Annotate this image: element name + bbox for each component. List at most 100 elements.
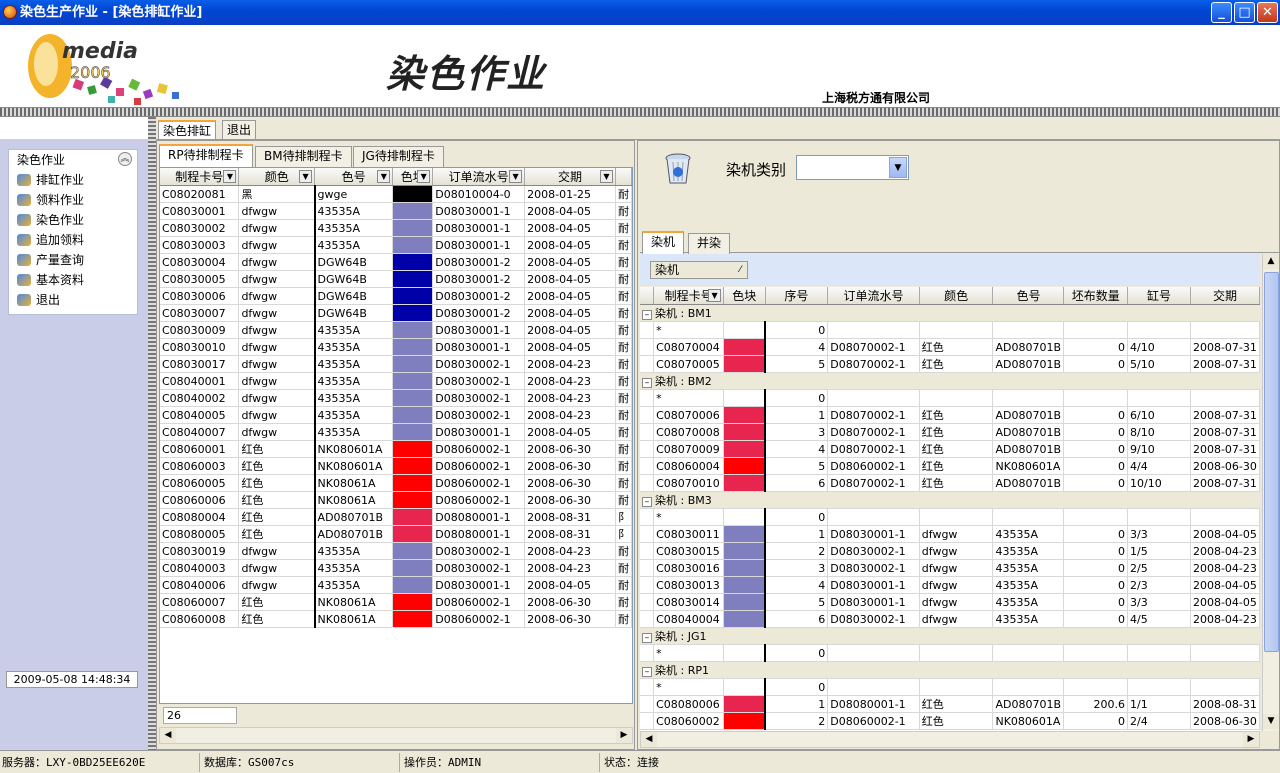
scroll-left-icon[interactable]: ◀: [641, 732, 657, 747]
collapse-chevron-icon[interactable]: ︽: [118, 152, 132, 166]
table-row[interactable]: C08070010 6 D08070002-1 红色 AD080701B 0 10/10 20…: [640, 474, 1260, 492]
column-header[interactable]: 缸号: [1127, 287, 1191, 305]
table-row[interactable]: C08070004 4 D08070002-1 红色 AD080701B 0 4/10 200…: [640, 338, 1260, 356]
dye-type-select[interactable]: ▼: [796, 155, 909, 180]
column-header[interactable]: 色块: [723, 287, 766, 305]
scroll-right-icon[interactable]: ▶: [616, 728, 632, 743]
new-row[interactable]: * 0: [640, 678, 1260, 696]
table-row[interactable]: C08030011 1 D08030001-1 dfwgw 43535A 0 3/3 2008…: [640, 525, 1260, 543]
table-row[interactable]: C08040007 dfwgw 43535A D08030001-1 2008-04-0…: [160, 423, 632, 441]
collapse-icon[interactable]: –: [642, 667, 652, 677]
nav-item-basic-data[interactable]: 基本资料: [9, 270, 137, 290]
column-header[interactable]: [615, 168, 632, 186]
collapse-icon[interactable]: –: [642, 310, 652, 320]
table-row[interactable]: C08040001 dfwgw 43535A D08030002-1 2008-04-2…: [160, 372, 632, 390]
table-row[interactable]: C08030002 dfwgw 43535A D08030001-1 2008-04-0…: [160, 219, 632, 237]
new-row[interactable]: * 0: [640, 644, 1260, 662]
group-chip-machine[interactable]: 染机 ⁄: [650, 261, 748, 279]
column-header[interactable]: 交期 ▼: [524, 168, 616, 186]
group-row[interactable]: – 染机 : BM1: [640, 304, 1260, 322]
table-row[interactable]: C08030016 3 D08030002-1 dfwgw 43535A 0 2/5 2008…: [640, 559, 1260, 577]
left-hscrollbar[interactable]: ◀ ▶: [159, 727, 633, 744]
filter-dropdown-icon[interactable]: ▼: [509, 170, 523, 183]
nav-item-exit[interactable]: 退出: [9, 290, 137, 310]
minimize-button[interactable]: _: [1211, 2, 1232, 23]
column-header[interactable]: 序号: [765, 287, 829, 305]
filter-dropdown-icon[interactable]: ▼: [417, 170, 431, 183]
collapse-icon[interactable]: –: [642, 633, 652, 643]
right-hscrollbar[interactable]: ◀ ▶: [640, 731, 1260, 748]
table-row[interactable]: C08030019 dfwgw 43535A D08030002-1 2008-04-2…: [160, 542, 632, 560]
table-row[interactable]: C08030017 dfwgw 43535A D08030002-1 2008-04-2…: [160, 355, 632, 373]
column-header[interactable]: 交期: [1190, 287, 1260, 305]
new-row[interactable]: * 0: [640, 389, 1260, 407]
tab-combined-dye[interactable]: 并染: [688, 233, 731, 254]
nav-item-material[interactable]: 领料作业: [9, 190, 137, 210]
table-row[interactable]: C08030015 2 D08030002-1 dfwgw 43535A 0 1/5 2008…: [640, 542, 1260, 560]
table-row[interactable]: C08080005 红色 AD080701B D08080001-1 2008-08-3…: [160, 525, 632, 543]
table-row[interactable]: C08060008 红色 NK08061A D08060002-1 2008-06-30…: [160, 610, 632, 628]
table-row[interactable]: C08030006 dfwgw DGW64B D08030001-2 2008-04-0…: [160, 287, 632, 305]
column-header[interactable]: 制程卡号 ▼: [160, 168, 240, 186]
table-row[interactable]: C08070008 3 D08070002-1 红色 AD080701B 0 8/10 200…: [640, 423, 1260, 441]
table-row[interactable]: C08070006 1 D08070002-1 红色 AD080701B 0 6/10 200…: [640, 406, 1260, 424]
group-row[interactable]: – 染机 : RP1: [640, 661, 1260, 679]
table-row[interactable]: C08030001 dfwgw 43535A D08030001-1 2008-04-0…: [160, 202, 632, 220]
right-vscrollbar[interactable]: ▲ ▼: [1262, 254, 1279, 731]
column-header[interactable]: 订单流水号: [827, 287, 920, 305]
table-row[interactable]: C08060001 红色 NK080601A D08060002-1 2008-06-3…: [160, 440, 632, 458]
table-row[interactable]: C08080004 红色 AD080701B D08080001-1 2008-08-3…: [160, 508, 632, 526]
window-titlebar[interactable]: 染色生产作业 - [染色排缸作业] _ □ ✕: [0, 0, 1280, 25]
tab-rp-pending[interactable]: RP待排制程卡: [159, 144, 253, 167]
table-row[interactable]: C08080006 1 D08080001-1 红色 AD080701B 200.6 1/1…: [640, 695, 1260, 713]
column-header[interactable]: 制程卡号 ▼: [653, 287, 725, 305]
table-row[interactable]: C08030013 4 D08030001-1 dfwgw 43535A 0 2/3 2008…: [640, 576, 1260, 594]
table-row[interactable]: C08040003 dfwgw 43535A D08030002-1 2008-04-2…: [160, 559, 632, 577]
filter-dropdown-icon[interactable]: ▼: [377, 170, 391, 183]
filter-dropdown-icon[interactable]: ▼: [223, 170, 237, 183]
scroll-left-icon[interactable]: ◀: [160, 728, 176, 743]
tab-dye-schedule[interactable]: 染色排缸: [158, 120, 217, 139]
table-row[interactable]: C08040005 dfwgw 43535A D08030002-1 2008-04-2…: [160, 406, 632, 424]
table-row[interactable]: C08060004 5 D08060002-1 红色 NK080601A 0 4/4 2008…: [640, 457, 1260, 475]
table-row[interactable]: C08030007 dfwgw DGW64B D08030001-2 2008-04-0…: [160, 304, 632, 322]
scroll-thumb[interactable]: [1264, 272, 1279, 652]
column-header[interactable]: 色号: [992, 287, 1065, 305]
scroll-right-icon[interactable]: ▶: [1243, 732, 1259, 747]
close-button[interactable]: ✕: [1257, 2, 1278, 23]
table-row[interactable]: C08030014 5 D08030001-1 dfwgw 43535A 0 3/3 2008…: [640, 593, 1260, 611]
table-row[interactable]: C08020081 黑 gwge D08010004-0 2008-01-25 耐: [160, 185, 632, 203]
table-row[interactable]: C08030009 dfwgw 43535A D08030001-1 2008-04-0…: [160, 321, 632, 339]
splitter[interactable]: [148, 117, 156, 750]
collapse-icon[interactable]: –: [642, 497, 652, 507]
pending-cards-grid[interactable]: 制程卡号 ▼ 颜色 ▼ 色号 ▼ 色块 ▼ 订单流水号 ▼ 交期 ▼ C08020081 黑 gwge D0…: [159, 167, 633, 704]
table-row[interactable]: C08040006 dfwgw 43535A D08030001-1 2008-04-0…: [160, 576, 632, 594]
table-row[interactable]: C08060005 红色 NK08061A D08060002-1 2008-06-30…: [160, 474, 632, 492]
nav-item-add-material[interactable]: 追加领料: [9, 230, 137, 250]
table-row[interactable]: C08060003 红色 NK080601A D08060002-1 2008-06-3…: [160, 457, 632, 475]
tab-jg-pending[interactable]: JG待排制程卡: [353, 146, 444, 167]
table-row[interactable]: C08070005 5 D08070002-1 红色 AD080701B 0 5/10 200…: [640, 355, 1260, 373]
maximize-button[interactable]: □: [1234, 2, 1255, 23]
group-row[interactable]: – 染机 : JG1: [640, 627, 1260, 645]
table-row[interactable]: C08060002 2 D08060002-1 红色 NK080601A 0 2/4 2008…: [640, 712, 1260, 730]
column-header[interactable]: 色块 ▼: [392, 168, 434, 186]
tab-exit[interactable]: 退出: [222, 120, 257, 139]
scroll-up-icon[interactable]: ▲: [1263, 254, 1279, 269]
machine-schedule-grid[interactable]: 制程卡号 ▼ 色块 序号 订单流水号 颜色 色号 坯布数量 缸号 交期 – 染机 : BM1 * 0 C0…: [640, 287, 1260, 731]
filter-dropdown-icon[interactable]: ▼: [599, 170, 613, 183]
tab-bm-pending[interactable]: BM待排制程卡: [255, 146, 352, 167]
column-header[interactable]: 颜色: [919, 287, 994, 305]
tab-dye-machine[interactable]: 染机: [642, 231, 685, 254]
table-row[interactable]: C08040002 dfwgw 43535A D08030002-1 2008-04-2…: [160, 389, 632, 407]
chevron-down-icon[interactable]: ▼: [889, 157, 907, 178]
filter-dropdown-icon[interactable]: ▼: [299, 170, 313, 183]
group-row[interactable]: – 染机 : BM2: [640, 372, 1260, 390]
table-row[interactable]: C08060007 红色 NK08061A D08060002-1 2008-06-30…: [160, 593, 632, 611]
new-row[interactable]: * 0: [640, 321, 1260, 339]
filter-dropdown-icon[interactable]: ▼: [708, 289, 722, 302]
table-row[interactable]: C08070009 4 D08070002-1 红色 AD080701B 0 9/10 200…: [640, 440, 1260, 458]
table-row[interactable]: C08030005 dfwgw DGW64B D08030001-2 2008-04-0…: [160, 270, 632, 288]
scroll-down-icon[interactable]: ▼: [1263, 714, 1279, 729]
group-row[interactable]: – 染机 : BM3: [640, 491, 1260, 509]
